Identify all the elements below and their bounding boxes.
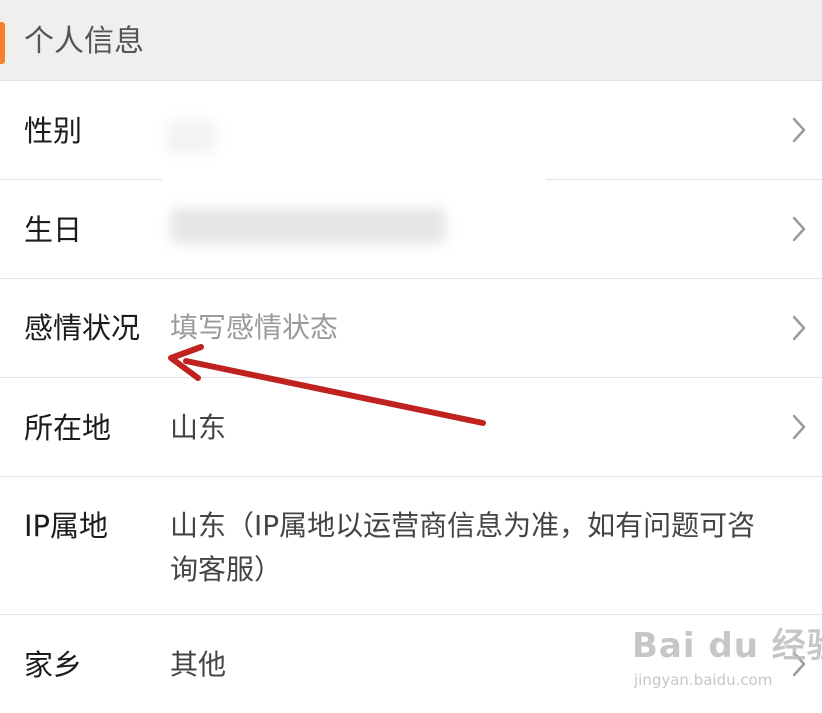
watermark-logo: Bai du 经验	[632, 626, 822, 666]
row-label-location: 所在地	[24, 411, 112, 445]
location-value: 山东	[170, 411, 227, 444]
row-label-gender: 性别	[24, 114, 83, 148]
chevron-right-icon	[792, 315, 806, 341]
chevron-right-icon	[792, 216, 806, 242]
row-ip-location: IP属地 山东（IP属地以运营商信息为准，如有问题可咨询客服）	[0, 477, 822, 615]
chevron-right-icon	[792, 414, 806, 440]
ip-location-value: 山东（IP属地以运营商信息为准，如有问题可咨询客服）	[170, 509, 756, 586]
row-label-birthday: 生日	[24, 213, 83, 247]
row-label-relationship: 感情状况	[24, 311, 141, 345]
baidu-jingyan-watermark: Bai du 经验 jingyan.baidu.com	[632, 626, 822, 696]
row-relationship[interactable]: 感情状况 填写感情状态	[0, 279, 822, 378]
section-title: 个人信息	[24, 24, 144, 59]
watermark-url: jingyan.baidu.com	[634, 671, 773, 689]
section-accent-bar	[0, 22, 5, 64]
row-label-hometown: 家乡	[24, 648, 83, 682]
profile-info-page: 个人信息 性别 生日 感情状况 填写感情状态 所在地 山东 IP属地 山东（IP…	[0, 0, 822, 713]
section-header: 个人信息	[0, 0, 822, 81]
hometown-value: 其他	[170, 648, 227, 681]
row-location[interactable]: 所在地 山东	[0, 378, 822, 477]
privacy-blur-area	[162, 118, 546, 270]
row-label-ip-location: IP属地	[24, 509, 109, 543]
chevron-right-icon	[792, 117, 806, 143]
blurred-gender-value	[166, 120, 216, 154]
blurred-birthday-value	[170, 208, 446, 244]
relationship-placeholder: 填写感情状态	[170, 311, 339, 344]
